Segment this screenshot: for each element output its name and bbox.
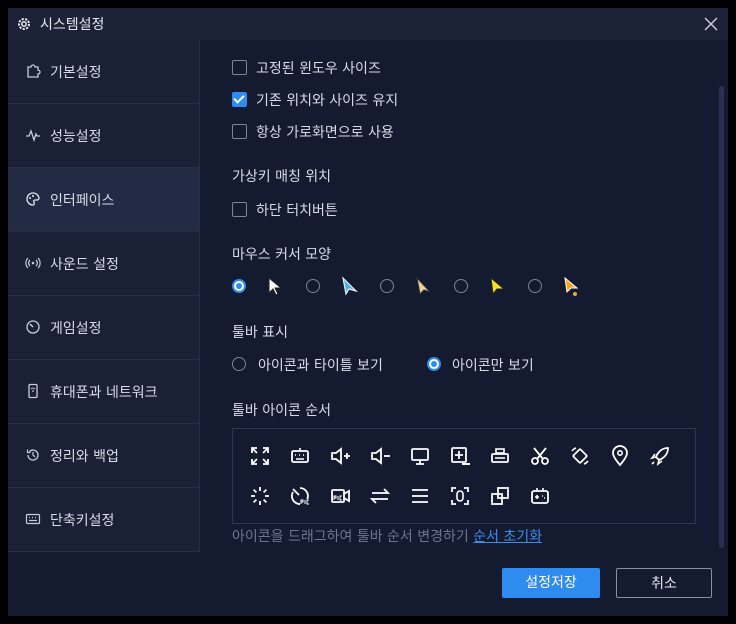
toolbar-order-hint: 아이콘을 드래그하여 툴바 순서 변경하기 순서 초기화 <box>232 526 542 546</box>
keyboard-icon[interactable] <box>289 445 311 467</box>
sidebar-item-game[interactable]: 게임설정 <box>8 296 199 360</box>
history-icon <box>26 449 39 461</box>
cancel-button[interactable]: 취소 <box>616 568 712 598</box>
sidebar-item-label: 정리와 백업 <box>50 449 119 465</box>
gauge-icon <box>26 320 40 334</box>
cursor-white-icon <box>268 276 283 296</box>
sidebar-item-basic[interactable]: 기본설정 <box>8 40 199 104</box>
cursor-radio-3[interactable] <box>380 279 394 293</box>
sidebar-item-interface[interactable]: 인터페이스 <box>8 168 199 232</box>
sidebar-item-shortcuts[interactable]: 단축키설정 <box>8 488 199 552</box>
cursor-radio-1[interactable] <box>232 279 246 293</box>
sidebar-item-sound[interactable]: 사운드 설정 <box>8 232 199 296</box>
gear-icon <box>18 18 30 30</box>
settings-window: 시스템설정 기본설정 성능설정 인터페이스 사운드 설정 게임설정 휴대폰과 네… <box>8 8 728 616</box>
always-landscape-checkbox[interactable] <box>232 124 247 139</box>
sidebar: 기본설정 성능설정 인터페이스 사운드 설정 게임설정 휴대폰과 네트워크 정리… <box>8 40 200 552</box>
rocket-icon[interactable] <box>649 445 671 467</box>
sidebar-item-label: 단축키설정 <box>50 513 115 529</box>
interface-panel: 고정된 윈도우 사이즈 기존 위치와 사이즈 유지 항상 가로화면으로 사용 가… <box>200 40 728 552</box>
sidebar-item-label: 성능설정 <box>50 129 102 145</box>
option-label: 고정된 윈도우 사이즈 <box>256 61 381 77</box>
apk-install-icon[interactable] <box>449 445 471 467</box>
sidebar-item-performance[interactable]: 성능설정 <box>8 104 199 168</box>
cursor-radio-5[interactable] <box>528 279 542 293</box>
bottom-touch-button-checkbox[interactable] <box>232 202 247 217</box>
reset-order-link[interactable]: 순서 초기화 <box>473 529 542 545</box>
menu-icon[interactable] <box>409 485 431 507</box>
sidebar-item-backup[interactable]: 정리와 백업 <box>8 424 199 488</box>
mouse-cursor-heading: 마우스 커서 모양 <box>232 247 332 263</box>
scrollbar[interactable] <box>719 86 724 548</box>
toolbar-order-heading: 툴바 아이콘 순서 <box>232 403 332 419</box>
cursor-yellow-icon <box>490 276 506 296</box>
screenshot-icon[interactable] <box>449 485 471 507</box>
gamepad-icon[interactable] <box>529 485 551 507</box>
sidebar-item-label: 휴대폰과 네트워크 <box>50 385 158 401</box>
cursor-orange-icon <box>564 276 579 296</box>
volume-up-icon[interactable] <box>329 445 351 467</box>
cursor-radio-2[interactable] <box>306 279 320 293</box>
title-bar: 시스템설정 <box>8 8 728 40</box>
window-title: 시스템설정 <box>40 17 105 33</box>
save-settings-button[interactable]: 설정저장 <box>502 568 600 598</box>
record-gauge-icon[interactable] <box>289 485 311 507</box>
keep-position-size-checkbox[interactable] <box>232 92 247 107</box>
sound-icon <box>25 257 41 269</box>
puzzle-icon <box>27 64 41 78</box>
printer-icon[interactable] <box>489 445 511 467</box>
hint-text: 아이콘을 드래그하여 툴바 순서 변경하기 <box>232 529 469 545</box>
sidebar-item-label: 인터페이스 <box>50 193 115 209</box>
sidebar-item-label: 사운드 설정 <box>50 257 119 273</box>
option-label: 하단 터치버튼 <box>256 203 338 219</box>
record-video-icon[interactable] <box>329 485 351 507</box>
icon-only-radio[interactable] <box>427 357 441 371</box>
fullscreen-icon[interactable] <box>249 445 271 467</box>
close-icon[interactable] <box>702 15 720 33</box>
toolbar-display-heading: 툴바 표시 <box>232 325 288 341</box>
monitor-icon[interactable] <box>409 445 431 467</box>
rotate-icon[interactable] <box>569 445 591 467</box>
fixed-window-size-checkbox[interactable] <box>232 60 247 75</box>
icon-only-label: 아이콘만 보기 <box>452 358 534 374</box>
pulse-icon <box>26 129 40 143</box>
icon-title-radio[interactable] <box>232 357 246 371</box>
location-icon[interactable] <box>609 445 631 467</box>
phone-icon <box>28 383 38 399</box>
scissors-icon[interactable] <box>529 445 551 467</box>
virtual-key-heading: 가상키 매칭 위치 <box>232 169 332 185</box>
option-label: 항상 가로화면으로 사용 <box>256 125 394 141</box>
sidebar-item-label: 기본설정 <box>50 65 102 81</box>
cursor-radio-4[interactable] <box>454 279 468 293</box>
icon-title-label: 아이콘과 타이틀 보기 <box>258 358 383 374</box>
sidebar-item-phone-network[interactable]: 휴대폰과 네트워크 <box>8 360 199 424</box>
sidebar-item-label: 게임설정 <box>50 321 102 337</box>
volume-down-icon[interactable] <box>369 445 391 467</box>
loading-icon[interactable] <box>249 485 271 507</box>
multi-window-icon[interactable] <box>489 485 511 507</box>
palette-icon <box>26 192 40 206</box>
option-label: 기존 위치와 사이즈 유지 <box>256 93 399 109</box>
keyboard-icon <box>25 513 41 525</box>
swap-icon[interactable] <box>369 485 391 507</box>
cursor-beige-icon <box>416 276 431 296</box>
cursor-blue-icon <box>342 276 359 296</box>
toolbar-icon-order-box <box>232 428 696 524</box>
